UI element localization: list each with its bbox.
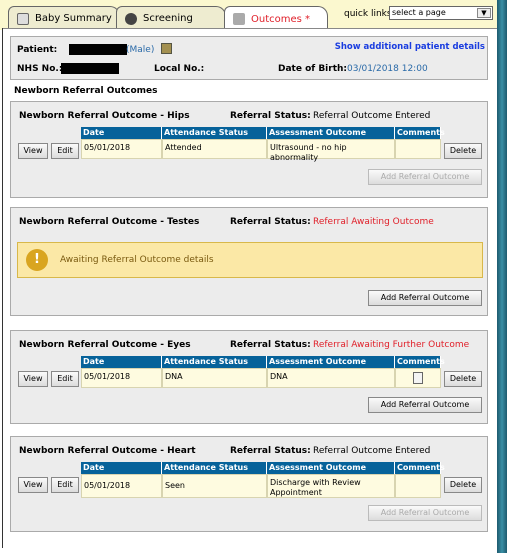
cell-date: 05/01/2018 — [81, 139, 162, 159]
col-date: Date — [81, 356, 162, 368]
outcome-hips: Newborn Referral Outcome - Hips Referral… — [10, 101, 488, 198]
section-heading: Newborn Referral Outcomes — [14, 86, 158, 96]
edit-button[interactable]: Edit — [51, 143, 79, 159]
col-assessment: Assessment Outcome — [267, 462, 395, 474]
status-value: Referral Awaiting Further Outcome — [313, 340, 470, 350]
redacted-name — [69, 44, 127, 55]
cell-assessment: Discharge with Review Appointment — [267, 474, 395, 498]
quick-links-label: quick links: — [344, 9, 395, 19]
delete-button[interactable]: Delete — [444, 143, 482, 159]
col-comments: Comments — [395, 462, 445, 474]
col-comments: Comments — [395, 127, 445, 139]
status-value: Referral Awaiting Outcome — [313, 217, 434, 227]
calendar-icon[interactable] — [161, 43, 172, 54]
col-assessment: Assessment Outcome — [267, 356, 395, 368]
cell-assessment: DNA — [267, 368, 395, 388]
note-icon[interactable] — [413, 372, 423, 384]
cell-date: 05/01/2018 — [81, 474, 162, 498]
delete-button[interactable]: Delete — [444, 371, 482, 387]
tab-baby-summary[interactable]: Baby Summary — [8, 6, 120, 30]
view-button[interactable]: View — [18, 371, 48, 387]
heart-icon — [125, 12, 137, 25]
outcome-eyes: Newborn Referral Outcome - Eyes Referral… — [10, 330, 488, 424]
status-label: Referral Status: — [230, 340, 311, 350]
add-referral-outcome-button[interactable]: Add Referral Outcome — [368, 169, 482, 185]
edit-button[interactable]: Edit — [51, 477, 79, 493]
delete-button[interactable]: Delete — [444, 477, 482, 493]
col-date: Date — [81, 127, 162, 139]
outcome-testes: Newborn Referral Outcome - Testes Referr… — [10, 207, 488, 316]
dob-label: Date of Birth: — [278, 64, 348, 74]
cell-attendance: DNA — [162, 368, 267, 388]
status-label: Referral Status: — [230, 217, 311, 227]
col-attendance: Attendance Status — [162, 356, 267, 368]
status-label: Referral Status: — [230, 446, 311, 456]
redacted-nhs — [61, 63, 119, 74]
dice-icon — [233, 13, 245, 25]
add-referral-outcome-button[interactable]: Add Referral Outcome — [368, 397, 482, 413]
col-date: Date — [81, 462, 162, 474]
cell-comments — [395, 139, 441, 159]
edit-button[interactable]: Edit — [51, 371, 79, 387]
cell-attendance: Seen — [162, 474, 267, 498]
outcome-title: Newborn Referral Outcome - Eyes — [19, 340, 191, 350]
col-attendance: Attendance Status — [162, 462, 267, 474]
outcome-title: Newborn Referral Outcome - Testes — [19, 217, 200, 227]
nhs-label: NHS No.: — [17, 64, 63, 74]
col-comments: Comments — [395, 356, 445, 368]
warning-icon: ! — [26, 249, 48, 271]
warning-message: ! Awaiting Referral Outcome details — [17, 242, 483, 278]
quick-links-select[interactable]: select a page ▼ — [389, 6, 493, 20]
outcome-title: Newborn Referral Outcome - Hips — [19, 111, 190, 121]
dob-value: 03/01/2018 12:00 — [347, 64, 428, 74]
view-button[interactable]: View — [18, 143, 48, 159]
cell-comments — [395, 368, 441, 388]
show-details-link[interactable]: Show additional patient details — [335, 42, 485, 52]
outcome-heart: Newborn Referral Outcome - Heart Referra… — [10, 436, 488, 532]
local-label: Local No.: — [154, 64, 205, 74]
status-value: Referral Outcome Entered — [313, 446, 431, 456]
chevron-down-icon: ▼ — [477, 8, 491, 18]
document-icon — [17, 12, 29, 25]
col-attendance: Attendance Status — [162, 127, 267, 139]
window-edge — [497, 0, 507, 553]
patient-sex: (Male) — [126, 45, 155, 55]
patient-label: Patient: — [17, 45, 58, 55]
col-assessment: Assessment Outcome — [267, 127, 395, 139]
patient-banner: Patient: (Male) Show additional patient … — [10, 36, 488, 80]
status-value: Referral Outcome Entered — [313, 111, 431, 121]
status-label: Referral Status: — [230, 111, 311, 121]
outcome-title: Newborn Referral Outcome - Heart — [19, 446, 196, 456]
cell-date: 05/01/2018 — [81, 368, 162, 388]
view-button[interactable]: View — [18, 477, 48, 493]
cell-attendance: Attended — [162, 139, 267, 159]
add-referral-outcome-button[interactable]: Add Referral Outcome — [368, 290, 482, 306]
add-referral-outcome-button[interactable]: Add Referral Outcome — [368, 505, 482, 521]
cell-assessment: Ultrasound - no hip abnormality — [267, 139, 395, 162]
tab-screening[interactable]: Screening — [116, 6, 226, 30]
cell-comments — [395, 474, 441, 498]
divider — [2, 28, 3, 548]
